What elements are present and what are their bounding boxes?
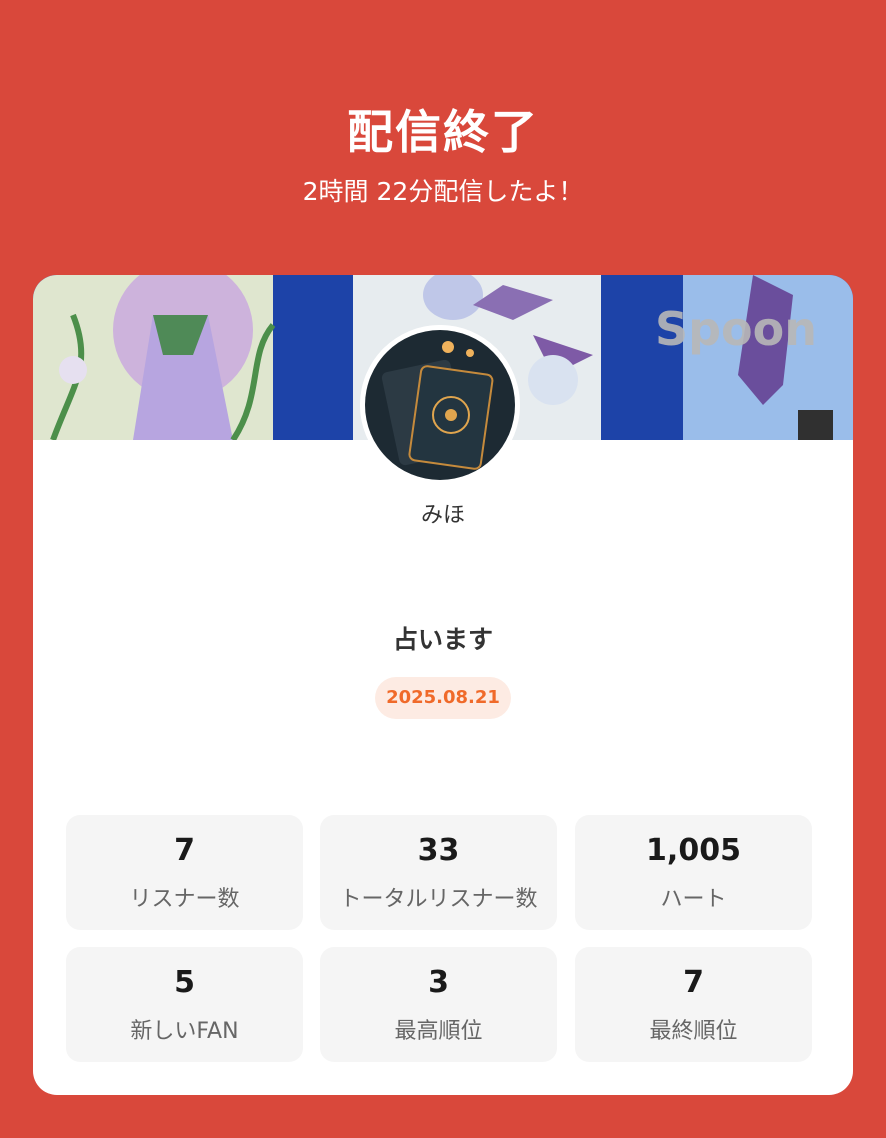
stat-hearts: 1,005 ハート [575,815,812,930]
header-subtitle: 2時間 22分配信したよ！ [302,177,584,206]
stat-value: 3 [428,965,449,1000]
stat-label: 最終順位 [649,1019,738,1044]
date-badge: 2025.08.21 [375,677,511,719]
stat-label: 新しいFAN [130,1019,239,1044]
stat-label: ハート [660,887,727,912]
stat-listeners: 7 リスナー数 [66,815,303,930]
result-card: Spoon みほ 占います 2025.08.21 7 リスナー数 33 トータル… [33,275,853,1095]
stat-label: リスナー数 [129,887,240,912]
avatar[interactable] [360,325,520,485]
stat-new-fans: 5 新しいFAN [66,947,303,1062]
username: みほ [420,503,465,528]
stat-value: 7 [683,965,704,1000]
stat-total-listeners: 33 トータルリスナー数 [320,815,557,930]
stat-final-rank: 7 最終順位 [575,947,812,1062]
stat-highest-rank: 3 最高順位 [320,947,557,1062]
avatar-image [360,325,520,485]
stat-value: 1,005 [646,833,741,868]
header-title: 配信終了 [347,105,539,159]
live-title: 占います [392,625,493,654]
stat-label: 最高順位 [394,1019,483,1044]
stat-value: 5 [174,965,195,1000]
stat-value: 7 [174,833,195,868]
stat-value: 33 [417,833,460,868]
stat-label: トータルリスナー数 [339,887,538,912]
spoon-watermark: Spoon [655,302,817,356]
